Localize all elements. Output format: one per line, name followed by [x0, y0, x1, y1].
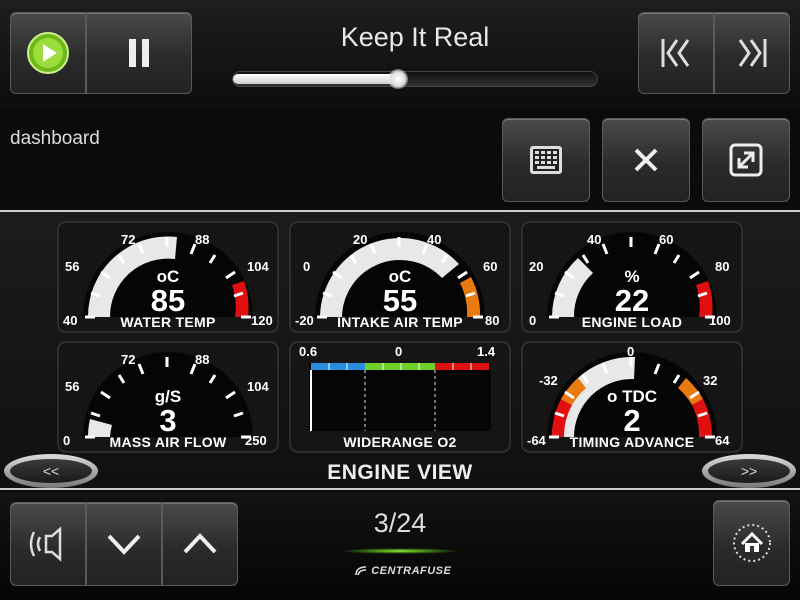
tick-label: 1.4 — [477, 344, 496, 359]
next-track-button[interactable] — [714, 12, 790, 94]
timing-advance-gauge: -64 -32 0 32 64 o TDC 2 TIMING ADVANCE — [521, 341, 743, 453]
gauge-label: ENGINE LOAD — [581, 314, 683, 330]
intake-air-temp-gauge: -20 0 20 40 60 80 oC 55 INTAKE AIR TEMP — [289, 221, 511, 333]
expand-icon — [729, 143, 763, 177]
chevron-up-icon — [183, 533, 217, 554]
dashboard-prev-button[interactable]: << — [4, 454, 98, 488]
previous-track-button[interactable] — [638, 12, 714, 94]
engine-dashboard: 40 56 72 88 104 120 oC 85 WATER TEMP -20… — [0, 210, 800, 490]
tick-label: 0.6 — [299, 344, 318, 359]
tick-label: 60 — [659, 232, 674, 247]
progress-handle[interactable] — [388, 69, 408, 89]
close-button[interactable] — [602, 118, 690, 202]
gauge-label: WATER TEMP — [120, 314, 216, 330]
page-label: dashboard — [10, 128, 100, 149]
speaker-icon — [29, 526, 62, 562]
pause-icon — [129, 39, 149, 67]
tick-label: 0 — [395, 344, 403, 359]
keyboard-button[interactable] — [502, 118, 590, 202]
engine-load-gauge: 0 20 40 60 80 100 % 22 ENGINE LOAD — [521, 221, 743, 333]
home-icon — [732, 524, 771, 562]
progress-fill — [233, 74, 398, 84]
rewind-icon — [661, 39, 690, 67]
scroll-down-button[interactable] — [86, 502, 162, 586]
home-button[interactable] — [713, 500, 790, 586]
brand-name: CENTRAFUSE — [371, 565, 452, 577]
tick-label: 88 — [195, 352, 210, 367]
tick-label: 0 — [627, 344, 635, 359]
gauge-label: INTAKE AIR TEMP — [337, 314, 463, 330]
mass-air-flow-gauge: 0 56 72 88 104 250 g/S 3 MASS AIR FLOW — [57, 341, 279, 453]
close-icon — [634, 148, 658, 172]
pause-button[interactable] — [86, 12, 192, 94]
chevron-down-icon — [107, 534, 141, 555]
progress-slider[interactable] — [232, 69, 598, 89]
scroll-up-button[interactable] — [162, 502, 238, 586]
play-icon — [27, 32, 69, 74]
tick-label: 72 — [121, 232, 136, 247]
song-title: Keep It Real — [340, 22, 490, 52]
tick-label: 88 — [195, 232, 210, 247]
gauge-label: TIMING ADVANCE — [569, 434, 695, 450]
water-temp-gauge: 40 56 72 88 104 120 oC 85 WATER TEMP — [57, 221, 279, 333]
play-button[interactable] — [10, 12, 86, 94]
tick-label: 72 — [121, 352, 136, 367]
dashboard-next-button[interactable]: >> — [702, 454, 796, 488]
gauge-label: WIDERANGE O2 — [343, 434, 457, 450]
widerange-o2-gauge: 0.6 0 1.4 WIDERANGE O2 — [289, 341, 511, 453]
fast-forward-icon — [738, 39, 767, 67]
centrafuse-logo-icon — [354, 566, 366, 576]
brand-logo: CENTRAFUSE — [345, 565, 460, 577]
next-label: >> — [708, 459, 790, 483]
expand-button[interactable] — [702, 118, 790, 202]
gauge-label: MASS AIR FLOW — [109, 434, 227, 450]
tick-label: 20 — [353, 232, 368, 247]
tick-label: -32 — [539, 373, 558, 388]
page-indicator-glow — [340, 548, 460, 554]
media-bar: Keep It Real — [0, 0, 800, 108]
voice-button[interactable] — [10, 502, 86, 586]
keyboard-icon — [530, 146, 562, 174]
dashboard-title: ENGINE VIEW — [327, 461, 473, 484]
tick-label: 40 — [587, 232, 602, 247]
prev-label: << — [10, 459, 92, 483]
tick-label: 40 — [427, 232, 442, 247]
page-counter: 3/24 — [373, 508, 427, 538]
tick-label: 32 — [703, 373, 718, 388]
